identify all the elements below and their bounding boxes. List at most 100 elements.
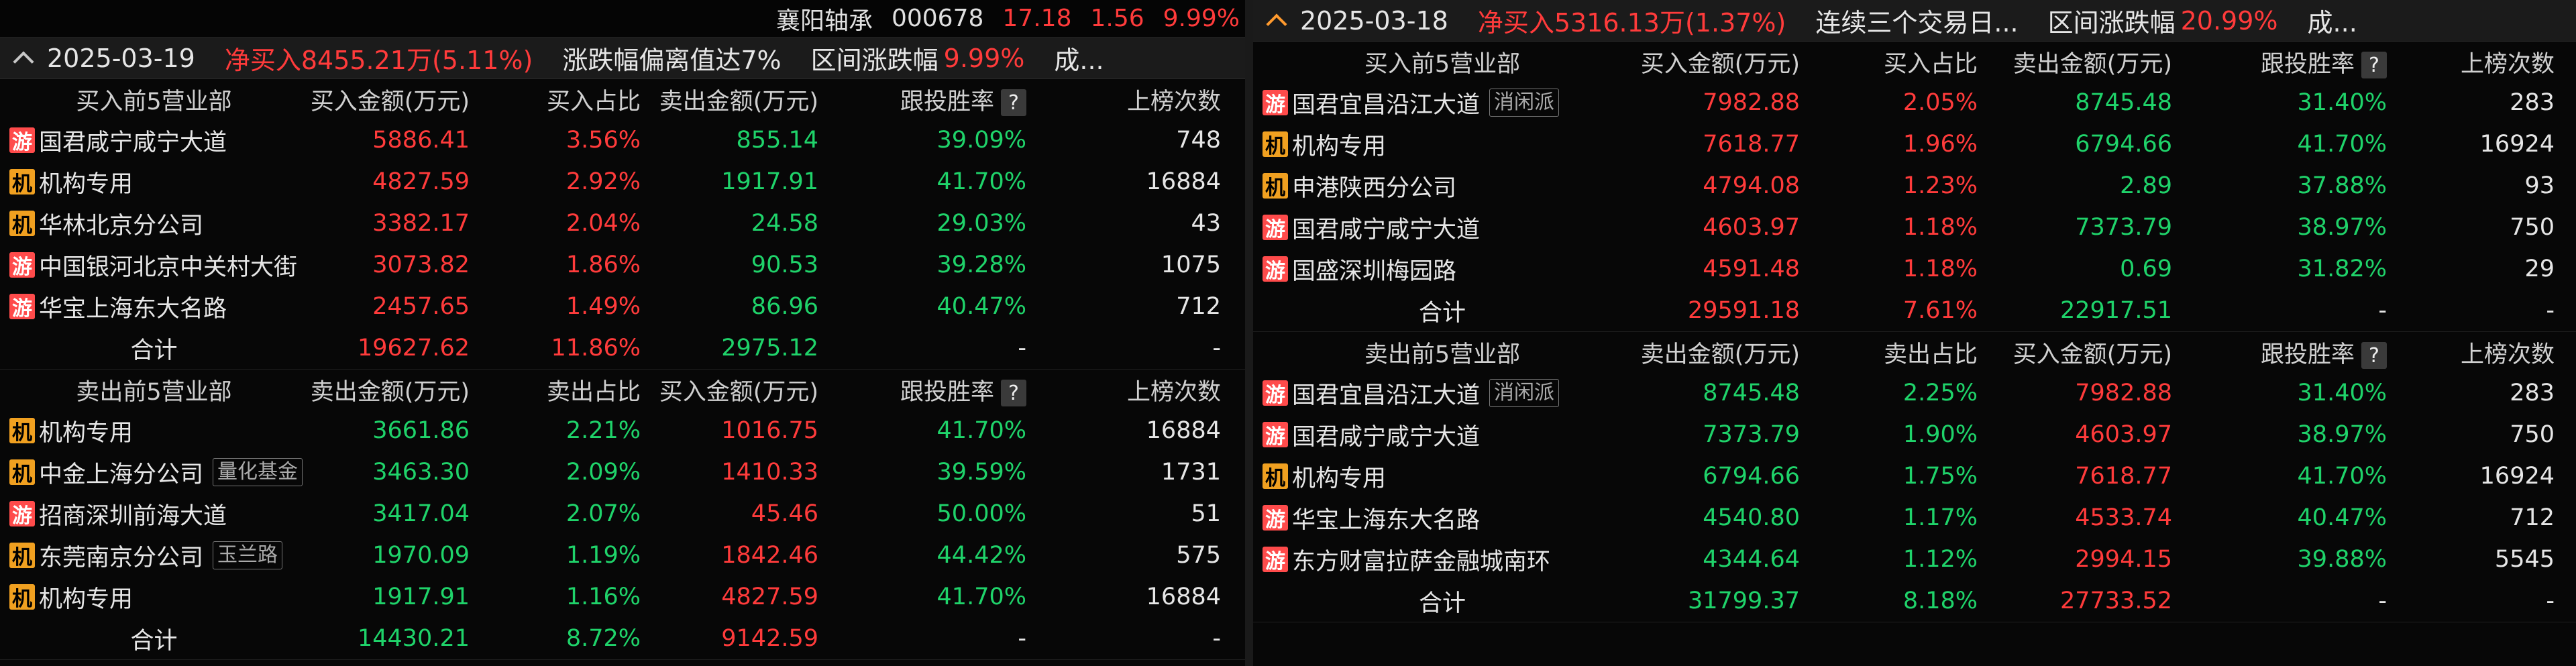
- date-header[interactable]: 2025-03-19 净买入8455.21万(5.11%) 涨跌幅偏离值达7% …: [0, 38, 1245, 79]
- date-header[interactable]: 2025-03-18 净买入5316.13万(1.37%) 连续三个交易日...…: [1253, 0, 2576, 42]
- broker-badge[interactable]: 消闲派: [1489, 379, 1560, 407]
- table-row[interactable]: 游国君咸宁咸宁大道 5886.41 3.56% 855.14 39.09% 748: [0, 119, 1245, 161]
- question-icon[interactable]: ?: [2361, 342, 2387, 369]
- table-row[interactable]: 游国君咸宁咸宁大道 7373.79 1.90% 4603.97 38.97% 750: [1253, 414, 2576, 455]
- column-header[interactable]: 跟投胜率?: [825, 373, 1033, 407]
- table-row[interactable]: 游国盛深圳梅园路 4591.48 1.18% 0.69 31.82% 29: [1253, 248, 2576, 290]
- table-row[interactable]: 游华宝上海东大名路 2457.65 1.49% 86.96 40.47% 712: [0, 286, 1245, 327]
- column-header[interactable]: 卖出金额(万元): [1984, 45, 2179, 79]
- column-header[interactable]: 买入金额(万元): [647, 373, 825, 407]
- broker-cell[interactable]: 游国盛深圳梅园路: [1253, 252, 1629, 286]
- question-icon[interactable]: ?: [2361, 52, 2387, 78]
- column-header[interactable]: 跟投胜率?: [2179, 335, 2394, 370]
- broker-name[interactable]: 机构专用: [39, 580, 133, 614]
- column-header[interactable]: 跟投胜率?: [825, 82, 1033, 117]
- broker-name[interactable]: 国君咸宁咸宁大道: [1292, 418, 1480, 452]
- column-header[interactable]: 买入占比: [1807, 45, 1984, 79]
- table-row[interactable]: 游东方财富拉萨金融城南环 4344.64 1.12% 2994.15 39.88% 554…: [1253, 539, 2576, 580]
- broker-name[interactable]: 中金上海分公司: [39, 455, 203, 490]
- chevron-up-icon[interactable]: [1266, 13, 1287, 35]
- ratio-cell: 2.92%: [566, 168, 641, 195]
- broker-name[interactable]: 国盛深圳梅园路: [1292, 252, 1456, 286]
- broker-name[interactable]: 东方财富拉萨金融城南环: [1292, 543, 1550, 577]
- more-label[interactable]: 成...: [2308, 2, 2357, 39]
- table-row[interactable]: 游招商深圳前海大道 3417.04 2.07% 45.46 50.00% 51: [0, 493, 1245, 535]
- broker-name[interactable]: 机构专用: [39, 165, 133, 199]
- column-header[interactable]: 上榜次数: [2394, 335, 2561, 370]
- column-header[interactable]: 买入前5营业部: [1253, 45, 1629, 79]
- broker-cell[interactable]: 机机构专用: [1253, 459, 1629, 494]
- broker-name[interactable]: 华林北京分公司: [39, 207, 203, 241]
- broker-cell[interactable]: 游华宝上海东大名路: [0, 290, 305, 324]
- question-icon[interactable]: ?: [1001, 380, 1026, 406]
- broker-name[interactable]: 华宝上海东大名路: [1292, 501, 1480, 535]
- question-icon[interactable]: ?: [1001, 89, 1026, 116]
- column-header[interactable]: 买入前5营业部: [0, 82, 305, 117]
- broker-name[interactable]: 机构专用: [39, 414, 133, 448]
- table-row[interactable]: 机机构专用 7618.77 1.96% 6794.66 41.70% 16924: [1253, 123, 2576, 165]
- more-label[interactable]: 成...: [1054, 40, 1104, 76]
- column-header[interactable]: 跟投胜率?: [2179, 45, 2394, 79]
- broker-badge[interactable]: 消闲派: [1489, 89, 1560, 117]
- table-row[interactable]: 机机构专用 3661.86 2.21% 1016.75 41.70% 16884: [0, 410, 1245, 451]
- table-row[interactable]: 游中国银河北京中关村大街 3073.82 1.86% 90.53 39.28% 1075: [0, 244, 1245, 286]
- table-row[interactable]: 机华林北京分公司 3382.17 2.04% 24.58 29.03% 43: [0, 203, 1245, 244]
- table-row[interactable]: 机东莞南京分公司 玉兰路 1970.09 1.19% 1842.46 44.42% 575: [0, 535, 1245, 576]
- broker-name[interactable]: 国君咸宁咸宁大道: [39, 123, 227, 158]
- column-header[interactable]: 买入金额(万元): [305, 82, 476, 117]
- column-header[interactable]: 买入金额(万元): [1629, 45, 1807, 79]
- column-header[interactable]: 上榜次数: [1033, 373, 1228, 407]
- broker-name[interactable]: 国君宜昌沿江大道: [1292, 376, 1480, 410]
- broker-cell[interactable]: 游东方财富拉萨金融城南环: [1253, 543, 1629, 577]
- table-row[interactable]: 机机构专用 4827.59 2.92% 1917.91 41.70% 16884: [0, 161, 1245, 203]
- broker-name[interactable]: 机构专用: [1292, 127, 1386, 162]
- broker-name[interactable]: 国君宜昌沿江大道: [1292, 86, 1480, 120]
- table-row[interactable]: 机机构专用 1917.91 1.16% 4827.59 41.70% 16884: [0, 576, 1245, 618]
- broker-badge[interactable]: 量化基金: [213, 458, 303, 486]
- table-row[interactable]: 游国君宜昌沿江大道 消闲派 8745.48 2.25% 7982.88 31.40% 283: [1253, 372, 2576, 414]
- broker-name[interactable]: 招商深圳前海大道: [39, 497, 227, 531]
- table-row[interactable]: 游华宝上海东大名路 4540.80 1.17% 4533.74 40.47% 712: [1253, 497, 2576, 539]
- table-row[interactable]: 游国君宜昌沿江大道 消闲派 7982.88 2.05% 8745.48 31.40% 283: [1253, 82, 2576, 123]
- column-header[interactable]: 上榜次数: [1033, 82, 1228, 117]
- column-header[interactable]: 卖出金额(万元): [1629, 335, 1807, 370]
- broker-cell[interactable]: 机中金上海分公司 量化基金: [0, 455, 305, 490]
- broker-name[interactable]: 东莞南京分公司: [39, 539, 203, 573]
- broker-cell[interactable]: 游招商深圳前海大道: [0, 497, 305, 531]
- column-header[interactable]: 卖出金额(万元): [305, 373, 476, 407]
- column-header[interactable]: 上榜次数: [2394, 45, 2561, 79]
- broker-name[interactable]: 华宝上海东大名路: [39, 290, 227, 324]
- broker-cell[interactable]: 游国君咸宁咸宁大道: [1253, 418, 1629, 452]
- broker-name[interactable]: 申港陕西分公司: [1292, 169, 1456, 203]
- column-header[interactable]: 卖出占比: [1807, 335, 1984, 370]
- broker-cell[interactable]: 机机构专用: [1253, 127, 1629, 162]
- broker-cell[interactable]: 机东莞南京分公司 玉兰路: [0, 539, 305, 573]
- broker-name[interactable]: 中国银河北京中关村大街: [39, 248, 297, 282]
- column-header[interactable]: 卖出占比: [476, 373, 647, 407]
- stock-name[interactable]: 襄阳轴承: [776, 1, 873, 36]
- broker-cell[interactable]: 机华林北京分公司: [0, 207, 305, 241]
- broker-cell[interactable]: 机机构专用: [0, 580, 305, 614]
- table-row[interactable]: 机申港陕西分公司 4794.08 1.23% 2.89 37.88% 93: [1253, 165, 2576, 207]
- broker-cell[interactable]: 游国君咸宁咸宁大道: [0, 123, 305, 158]
- table-row[interactable]: 机中金上海分公司 量化基金 3463.30 2.09% 1410.33 39.59% 173…: [0, 451, 1245, 493]
- table-row[interactable]: 机机构专用 6794.66 1.75% 7618.77 41.70% 16924: [1253, 455, 2576, 497]
- broker-cell[interactable]: 机机构专用: [0, 165, 305, 199]
- column-header[interactable]: 买入金额(万元): [1984, 335, 2179, 370]
- table-row[interactable]: 游国君咸宁咸宁大道 4603.97 1.18% 7373.79 38.97% 750: [1253, 207, 2576, 248]
- column-header[interactable]: 卖出前5营业部: [1253, 335, 1629, 370]
- broker-cell[interactable]: 游国君咸宁咸宁大道: [1253, 211, 1629, 245]
- column-header[interactable]: 买入占比: [476, 82, 647, 117]
- broker-cell[interactable]: 游国君宜昌沿江大道 消闲派: [1253, 376, 1629, 410]
- broker-name[interactable]: 机构专用: [1292, 459, 1386, 494]
- broker-cell[interactable]: 游华宝上海东大名路: [1253, 501, 1629, 535]
- broker-cell[interactable]: 游国君宜昌沿江大道 消闲派: [1253, 86, 1629, 120]
- column-header[interactable]: 卖出前5营业部: [0, 373, 305, 407]
- broker-name[interactable]: 国君咸宁咸宁大道: [1292, 211, 1480, 245]
- broker-cell[interactable]: 游中国银河北京中关村大街: [0, 248, 305, 282]
- broker-cell[interactable]: 机申港陕西分公司: [1253, 169, 1629, 203]
- broker-cell[interactable]: 机机构专用: [0, 414, 305, 448]
- column-header[interactable]: 卖出金额(万元): [647, 82, 825, 117]
- chevron-up-icon[interactable]: [13, 50, 34, 72]
- broker-badge[interactable]: 玉兰路: [213, 541, 283, 569]
